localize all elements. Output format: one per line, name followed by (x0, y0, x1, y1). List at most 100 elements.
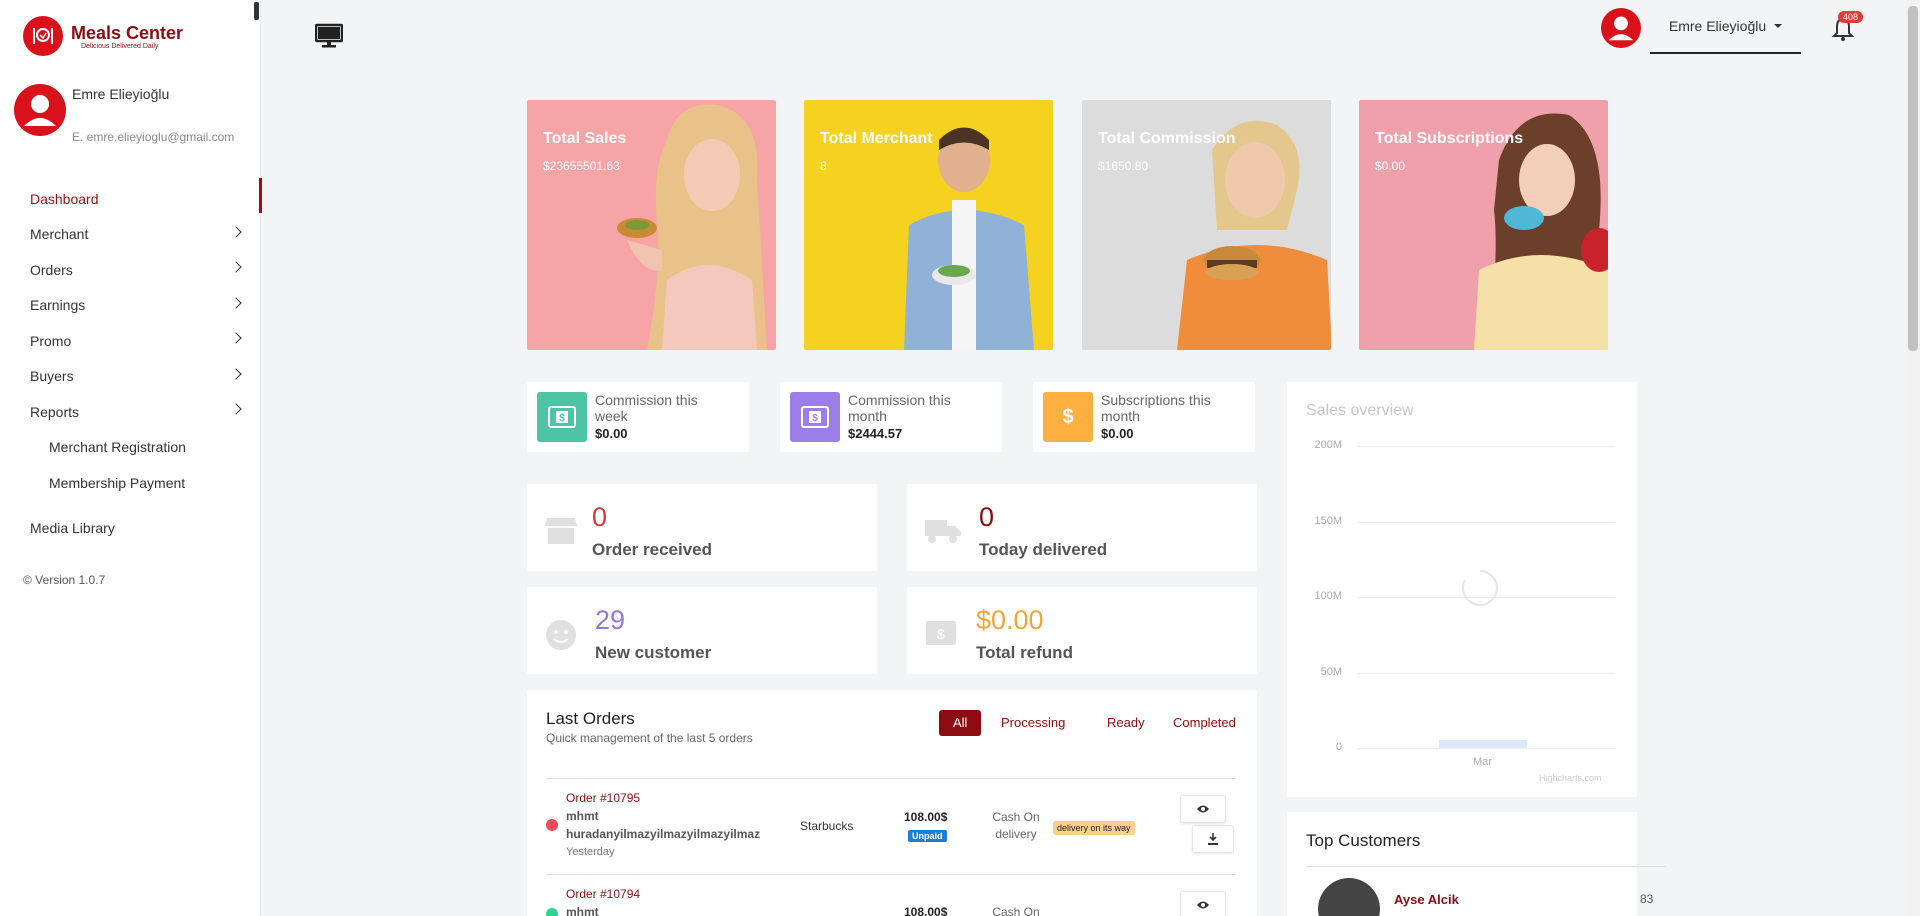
top-customers-panel: Top Customers Ayse Alcik 83 (1287, 812, 1666, 916)
sidebar-item-orders[interactable]: Orders (0, 252, 261, 288)
order-status-badge: delivery on its way (1053, 821, 1135, 835)
payment-method: Cash On (992, 905, 1040, 916)
order-row[interactable]: Order #10795 mhmt huradanyilmazyilmazyil… (546, 778, 1236, 874)
chevron-right-icon (230, 367, 242, 380)
order-customer: mhmt huradanyilmazyilmazyilmazyilmaz (566, 809, 761, 841)
dollar-icon: $ (1043, 392, 1093, 442)
order-time: Yesterday (566, 846, 615, 858)
truck-icon (925, 520, 961, 543)
gridline (1357, 748, 1615, 749)
stat-title: Total Commission (1098, 130, 1236, 147)
user-avatar[interactable] (14, 84, 66, 136)
page-scrollbar[interactable] (1906, 0, 1920, 916)
sidebar-item-membership-payment[interactable]: Membership Payment (0, 465, 261, 501)
view-order-button[interactable] (1180, 795, 1226, 823)
metric-label: Total refund (976, 643, 1073, 662)
sidebar-item-label: Buyers (30, 368, 74, 385)
order-customer: mhmt (566, 905, 599, 916)
brand-name: Meals Center (71, 22, 184, 43)
sidebar-item-merchant-registration[interactable]: Merchant Registration (0, 430, 261, 466)
sidebar-scrollbar[interactable] (254, 2, 259, 20)
filter-all-button[interactable]: All (939, 710, 982, 736)
order-price: 108.00$ (904, 905, 948, 916)
sidebar-item-buyers[interactable]: Buyers (0, 359, 261, 395)
sidebar-item-promo[interactable]: Promo (0, 323, 261, 359)
last-orders-panel: Last Orders Quick management of the last… (527, 690, 1257, 916)
sidebar-item-reports[interactable]: Reports (0, 394, 261, 430)
chevron-right-icon (230, 225, 242, 238)
chevron-right-icon (230, 403, 242, 415)
stat-card-total-sales[interactable]: Total Sales $23655501.63 (527, 100, 776, 350)
money-icon: $ (926, 621, 956, 645)
sidebar-item-dashboard[interactable]: Dashboard (0, 178, 262, 217)
order-id-link[interactable]: Order #10794 (566, 887, 640, 901)
filter-processing-button[interactable]: Processing (987, 710, 1079, 736)
sidebar-user-email: E. emre.elieyioglu@gmail.com (72, 130, 235, 144)
stat-card-total-subscriptions[interactable]: Total Subscriptions $0.00 (1359, 100, 1608, 350)
stat-value: $0.00 (1375, 159, 1406, 173)
chart-bar[interactable] (1439, 740, 1527, 748)
user-menu-dropdown[interactable]: Emre Elieyioğlu (1650, 0, 1801, 54)
order-price: 108.00$ (904, 810, 948, 824)
stat-card-total-merchant[interactable]: Total Merchant 8 (804, 100, 1053, 350)
svg-text:$: $ (937, 626, 945, 642)
brand-logo[interactable]: Meals Center Delicious Delivered Daily (23, 16, 183, 56)
metric-number: 0 (979, 502, 995, 532)
topbar-avatar[interactable] (1601, 8, 1641, 48)
brand-mark-icon (23, 16, 63, 56)
y-tick-label: 0 (1335, 741, 1342, 753)
highcharts-credit[interactable]: Highcharts.com (1539, 773, 1602, 783)
metric-label: Order received (592, 540, 713, 559)
sidebar-item-earnings[interactable]: Earnings (0, 288, 261, 324)
gridline (1357, 521, 1615, 523)
gridline (1357, 446, 1615, 447)
stat-value: 8 (820, 159, 827, 173)
user-icon (1608, 16, 1634, 41)
download-order-button[interactable] (1192, 825, 1234, 853)
sidebar-item-media-library[interactable]: Media Library (0, 511, 261, 547)
sidebar-item-label: Reports (30, 403, 80, 420)
sidebar-item-label: Merchant Registration (49, 439, 186, 456)
sidebar-nav: Dashboard Merchant Orders Earnings Promo… (0, 178, 262, 547)
commission-label: Subscriptions this month (1101, 392, 1211, 424)
money-icon: $ (537, 392, 587, 442)
customer-name-link[interactable]: Ayse Alcik (1394, 892, 1459, 907)
chevron-right-icon (230, 296, 242, 309)
last-orders-subtitle: Quick management of the last 5 orders (546, 731, 753, 745)
app-version: © Version 1.0.7 (23, 573, 106, 587)
order-id-link[interactable]: Order #10795 (566, 791, 640, 805)
smiley-icon (546, 620, 576, 650)
commission-value: $0.00 (595, 426, 628, 441)
filter-completed-button[interactable]: Completed (1159, 710, 1250, 736)
brand-tagline: Delicious Delivered Daily (81, 42, 159, 50)
customer-avatar (1318, 878, 1380, 916)
y-tick-label: 100M (1314, 590, 1342, 602)
sidebar-item-label: Membership Payment (49, 474, 186, 491)
sidebar-item-label: Media Library (30, 520, 115, 537)
commission-week-box: $ Commission this week $0.00 (527, 382, 749, 452)
view-order-button[interactable] (1180, 891, 1226, 916)
sidebar-item-label: Orders (30, 261, 73, 278)
sidebar-item-merchant[interactable]: Merchant (0, 217, 261, 253)
metric-total-refund: $ $0.00 Total refund (907, 587, 1257, 674)
monitor-icon[interactable] (314, 22, 344, 50)
loading-spinner-icon (1462, 570, 1498, 606)
order-row[interactable]: Order #10794 mhmt 108.00$ Cash On (546, 874, 1236, 916)
page-scrollbar-thumb[interactable] (1908, 6, 1918, 351)
user-icon (24, 95, 56, 126)
metric-label: New customer (595, 643, 712, 662)
order-status-dot (546, 819, 558, 831)
commission-value: $0.00 (1101, 426, 1134, 441)
metric-number: 29 (595, 605, 626, 635)
stat-card-total-commission[interactable]: Total Commission $1650.80 (1082, 100, 1331, 350)
metric-number: 0 (592, 502, 608, 532)
svg-text:$: $ (812, 413, 818, 424)
sidebar: Meals Center Delicious Delivered Daily E… (0, 0, 262, 916)
sidebar-item-label: Earnings (30, 297, 86, 314)
eye-icon (1197, 901, 1209, 909)
svg-text:$: $ (559, 413, 565, 424)
metric-label: Today delivered (979, 540, 1108, 559)
chevron-right-icon (230, 332, 242, 344)
order-status-dot (546, 908, 558, 916)
filter-ready-button[interactable]: Ready (1093, 710, 1159, 736)
